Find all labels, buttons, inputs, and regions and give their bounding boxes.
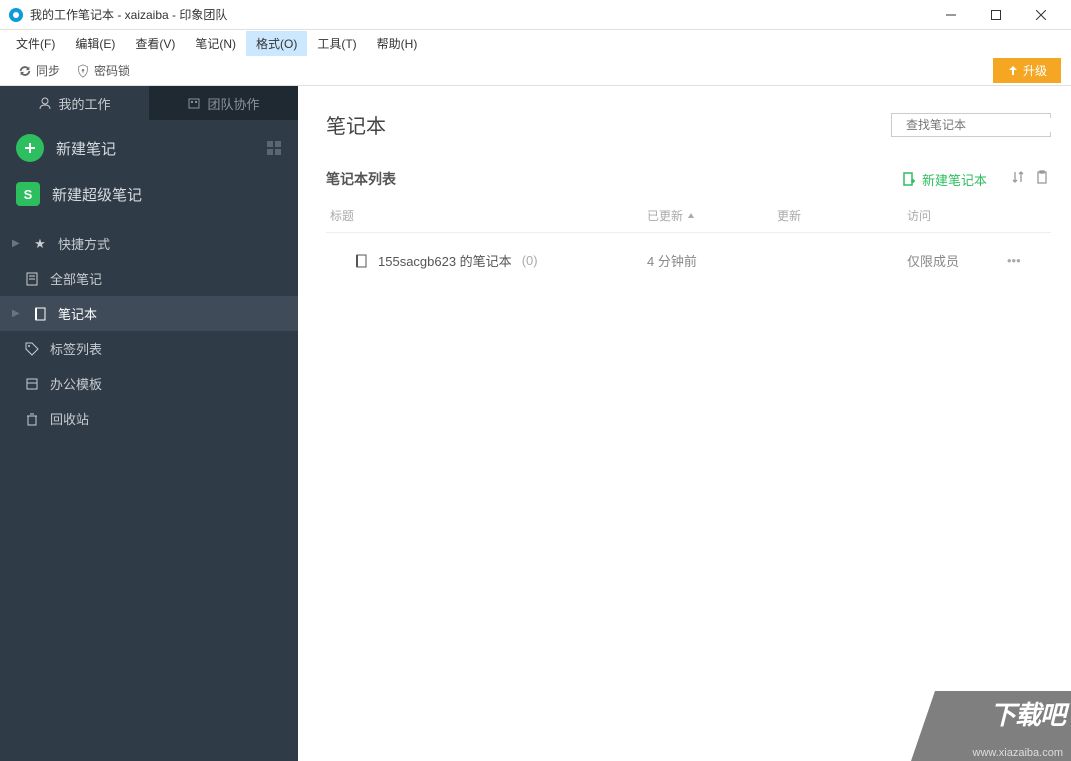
table-row[interactable]: 155sacgb623 的笔记本 (0) 4 分钟前 仅限成员 ••• <box>326 233 1051 288</box>
sidebar-item-label: 笔记本 <box>58 304 97 323</box>
sidebar-item-shortcut[interactable]: ▶ ★ 快捷方式 <box>0 226 298 261</box>
grid-icon[interactable] <box>266 140 282 156</box>
sidebar-item-label: 全部笔记 <box>50 269 102 288</box>
col-access[interactable]: 访问 <box>907 207 1007 224</box>
sidebar-item-label: 快捷方式 <box>58 234 110 253</box>
app-icon <box>8 7 24 23</box>
template-icon <box>24 377 40 391</box>
caret-icon: ▶ <box>12 238 22 249</box>
sync-label: 同步 <box>36 62 60 79</box>
menu-tools[interactable]: 工具(T) <box>307 31 366 56</box>
row-more-button[interactable]: ••• <box>1007 253 1047 268</box>
search-box[interactable] <box>891 113 1051 137</box>
sidebar-nav: ▶ ★ 快捷方式 全部笔记 ▶ 笔记本 标签列表 办公模板 <box>0 226 298 436</box>
menu-file[interactable]: 文件(F) <box>6 31 65 56</box>
clipboard-icon[interactable] <box>1035 170 1051 189</box>
sort-icon[interactable] <box>1011 170 1027 189</box>
page-title: 笔记本 <box>326 110 891 139</box>
tab-team-label: 团队协作 <box>207 94 259 113</box>
minimize-button[interactable] <box>928 1 973 29</box>
notebook-name: 155sacgb623 的笔记本 <box>378 251 512 270</box>
menu-view[interactable]: 查看(V) <box>125 31 185 56</box>
new-note-row[interactable]: 新建笔记 <box>0 120 298 172</box>
sidebar-item-trash[interactable]: 回收站 <box>0 401 298 436</box>
sort-asc-icon <box>687 212 695 220</box>
col-update[interactable]: 更新 <box>777 207 907 224</box>
sidebar-item-notebooks[interactable]: ▶ 笔记本 <box>0 296 298 331</box>
window-title: 我的工作笔记本 - xaizaiba - 印象团队 <box>30 6 928 23</box>
upgrade-label: 升级 <box>1023 62 1047 79</box>
menu-help[interactable]: 帮助(H) <box>367 31 428 56</box>
upgrade-icon <box>1007 65 1019 77</box>
lock-label: 密码锁 <box>94 62 130 79</box>
building-icon <box>187 96 201 110</box>
new-note-label: 新建笔记 <box>56 138 254 159</box>
new-super-label: 新建超级笔记 <box>52 184 142 205</box>
new-notebook-button[interactable]: 新建笔记本 <box>902 170 987 189</box>
titlebar: 我的工作笔记本 - xaizaiba - 印象团队 <box>0 0 1071 30</box>
close-button[interactable] <box>1018 1 1063 29</box>
row-updated: 4 分钟前 <box>647 251 777 270</box>
tab-my-work[interactable]: 我的工作 <box>0 86 149 120</box>
new-super-note-row[interactable]: S 新建超级笔记 <box>0 172 298 220</box>
menubar: 文件(F) 编辑(E) 查看(V) 笔记(N) 格式(O) 工具(T) 帮助(H… <box>0 30 1071 56</box>
plus-icon <box>16 134 44 162</box>
notebook-add-icon <box>902 172 916 186</box>
col-title[interactable]: 标题 <box>330 207 647 224</box>
col-updated[interactable]: 已更新 <box>647 207 777 224</box>
sidebar-item-label: 标签列表 <box>50 339 102 358</box>
main-panel: 笔记本 笔记本列表 新建笔记本 标题 已更新 更新 访问 <box>298 86 1071 761</box>
new-notebook-label: 新建笔记本 <box>922 170 987 189</box>
tag-icon <box>24 342 40 356</box>
sidebar-item-templates[interactable]: 办公模板 <box>0 366 298 401</box>
person-icon <box>38 96 52 110</box>
notebook-count: (0) <box>522 253 538 268</box>
list-title: 笔记本列表 <box>326 169 902 189</box>
sidebar-item-tags[interactable]: 标签列表 <box>0 331 298 366</box>
star-icon: ★ <box>32 236 48 252</box>
sidebar-tabs: 我的工作 团队协作 <box>0 86 298 120</box>
maximize-button[interactable] <box>973 1 1018 29</box>
sidebar: 我的工作 团队协作 新建笔记 S 新建超级笔记 ▶ ★ 快捷方式 <box>0 86 298 761</box>
menu-edit[interactable]: 编辑(E) <box>65 31 125 56</box>
row-access: 仅限成员 <box>907 251 1007 270</box>
menu-note[interactable]: 笔记(N) <box>185 31 246 56</box>
sidebar-item-label: 回收站 <box>50 409 89 428</box>
search-input[interactable] <box>906 118 1061 132</box>
lock-button[interactable]: 密码锁 <box>68 58 138 83</box>
sync-button[interactable]: 同步 <box>10 58 68 83</box>
sidebar-item-label: 办公模板 <box>50 374 102 393</box>
tab-team[interactable]: 团队协作 <box>149 86 298 120</box>
tab-my-work-label: 我的工作 <box>58 94 110 113</box>
window-controls <box>928 1 1063 29</box>
toolbar: 同步 密码锁 升级 <box>0 56 1071 86</box>
menu-format[interactable]: 格式(O) <box>246 31 307 56</box>
trash-icon <box>24 412 40 426</box>
caret-icon: ▶ <box>12 308 22 319</box>
shield-icon <box>76 64 90 78</box>
column-headers: 标题 已更新 更新 访问 <box>326 199 1051 233</box>
sidebar-item-all-notes[interactable]: 全部笔记 <box>0 261 298 296</box>
super-note-icon: S <box>16 182 40 206</box>
sync-icon <box>18 64 32 78</box>
notes-icon <box>24 272 40 286</box>
notebook-icon <box>32 307 48 321</box>
upgrade-button[interactable]: 升级 <box>993 58 1061 83</box>
notebook-icon <box>354 254 368 268</box>
